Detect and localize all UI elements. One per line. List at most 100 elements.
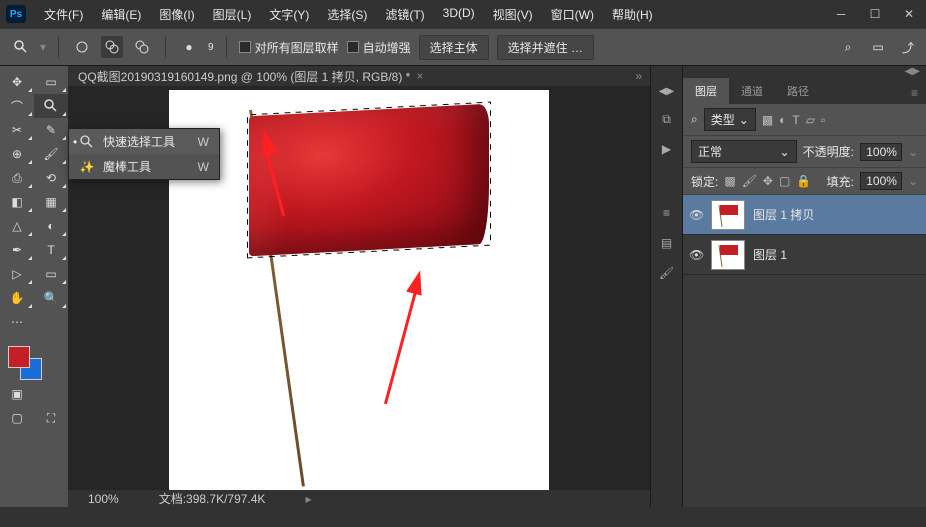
workspace-icon[interactable]: ▭ (870, 39, 886, 55)
close-button[interactable]: ✕ (892, 0, 926, 28)
select-subject-button[interactable]: 选择主体 (419, 35, 489, 60)
lock-transparency-icon[interactable]: ▩ (724, 174, 735, 188)
blend-mode-dropdown[interactable]: 正常⌄ (691, 140, 797, 163)
path-selection-tool[interactable]: ▷ (0, 262, 34, 286)
add-selection-icon[interactable] (101, 36, 123, 58)
brushes-panel-icon[interactable]: 🖌 (659, 265, 675, 281)
collapse-icon[interactable]: ◀▶ (659, 86, 674, 97)
subtract-selection-icon[interactable] (131, 36, 153, 58)
layer-name[interactable]: 图层 1 拷贝 (753, 206, 814, 223)
lasso-tool[interactable]: ⌒ (0, 94, 34, 118)
fill-input[interactable]: 100% (860, 172, 902, 190)
pen-tool[interactable]: ✒ (0, 238, 34, 262)
auto-enhance-checkbox[interactable]: 自动增强 (347, 39, 411, 56)
document-tab[interactable]: QQ截图20190319160149.png @ 100% (图层 1 拷贝, … (78, 68, 410, 85)
clone-stamp-tool[interactable]: ⎙ (0, 166, 34, 190)
foreground-color[interactable] (8, 346, 30, 368)
gradient-tool[interactable]: ▦ (34, 190, 68, 214)
menu-file[interactable]: 文件(F) (36, 2, 91, 27)
menu-layer[interactable]: 图层(L) (205, 2, 260, 27)
properties-panel-icon[interactable]: ≡ (659, 205, 675, 221)
move-tool[interactable]: ✥ (0, 70, 34, 94)
layer-name[interactable]: 图层 1 (753, 246, 787, 263)
opacity-label: 不透明度: (803, 143, 854, 160)
menu-help[interactable]: 帮助(H) (604, 2, 661, 27)
menu-type[interactable]: 文字(Y) (261, 2, 317, 27)
history-panel-icon[interactable]: ⧉ (659, 111, 675, 127)
eraser-tool[interactable]: ◧ (0, 190, 34, 214)
minimize-button[interactable]: ─ (824, 0, 858, 28)
tab-channels[interactable]: 通道 (729, 78, 775, 104)
lock-pixels-icon[interactable]: 🖌 (742, 174, 757, 188)
quick-selection-tool[interactable] (34, 94, 68, 118)
zoom-tool[interactable]: 🔍 (34, 286, 68, 310)
new-selection-icon[interactable] (71, 36, 93, 58)
share-icon[interactable]: ⤴ (900, 39, 916, 55)
document-tab-bar: QQ截图20190319160149.png @ 100% (图层 1 拷贝, … (68, 66, 650, 86)
document-info[interactable]: 文档:398.7K/797.4K (159, 490, 266, 507)
zoom-level[interactable]: 100% (88, 492, 119, 506)
lock-position-icon[interactable]: ✥ (763, 174, 773, 188)
visibility-toggle-icon[interactable]: 👁 (689, 208, 703, 222)
adjustments-panel-icon[interactable]: ▤ (659, 235, 675, 251)
fill-label: 填充: (827, 173, 854, 190)
search-icon[interactable]: ⌕ (840, 39, 856, 55)
tab-paths[interactable]: 路径 (775, 78, 821, 104)
dodge-tool[interactable]: ◐ (34, 214, 68, 238)
healing-brush-tool[interactable]: ⊕ (0, 142, 34, 166)
screen-mode[interactable]: ▢ (0, 406, 34, 430)
tab-menu-icon[interactable]: » (635, 69, 642, 83)
color-swatches[interactable] (0, 342, 68, 382)
filter-type-dropdown[interactable]: 类型⌄ (704, 108, 756, 131)
maximize-button[interactable]: ☐ (858, 0, 892, 28)
eyedropper-tool[interactable]: ✎ (34, 118, 68, 142)
brush-preset-icon[interactable]: ● (178, 36, 200, 58)
lock-label: 锁定: (691, 173, 718, 190)
lock-artboard-icon[interactable]: ▢ (779, 174, 790, 188)
flyout-magic-wand[interactable]: ✨ 魔棒工具 W (69, 154, 219, 179)
panel-menu-icon[interactable]: ≡ (903, 82, 926, 104)
tab-layers[interactable]: 图层 (683, 78, 729, 104)
canvas[interactable] (169, 90, 549, 490)
sample-all-layers-checkbox[interactable]: 对所有图层取样 (239, 39, 339, 56)
lock-all-icon[interactable]: 🔒 (796, 174, 811, 188)
filter-smart-icon[interactable]: ▫ (821, 113, 825, 127)
flyout-shortcut: W (198, 160, 209, 174)
select-and-mask-button[interactable]: 选择并遮住 … (497, 35, 594, 60)
menu-edit[interactable]: 编辑(E) (93, 2, 149, 27)
panel-collapse-icon[interactable]: ◀▶ (683, 66, 926, 78)
filter-pixel-icon[interactable]: ▩ (762, 113, 773, 127)
rectangle-tool[interactable]: ▭ (34, 262, 68, 286)
opacity-input[interactable]: 100% (860, 143, 902, 161)
visibility-toggle-icon[interactable]: 👁 (689, 248, 703, 262)
layer-thumbnail[interactable] (711, 200, 745, 230)
layer-thumbnail[interactable] (711, 240, 745, 270)
blur-tool[interactable]: △ (0, 214, 34, 238)
screen-mode-alt[interactable]: ⛶ (34, 406, 68, 430)
current-tool-icon[interactable] (10, 36, 32, 58)
flyout-quick-selection[interactable]: 快速选择工具 W (69, 129, 219, 154)
menu-window[interactable]: 窗口(W) (543, 2, 602, 27)
edit-toolbar[interactable]: ⋯ (0, 310, 34, 334)
menu-filter[interactable]: 滤镜(T) (377, 2, 432, 27)
layer-item[interactable]: 👁 图层 1 (683, 235, 926, 275)
history-brush-tool[interactable]: ⟲ (34, 166, 68, 190)
crop-tool[interactable]: ✂ (0, 118, 34, 142)
menu-3d[interactable]: 3D(D) (435, 2, 483, 27)
layer-item[interactable]: 👁 图层 1 拷贝 (683, 195, 926, 235)
search-icon[interactable]: ⌕ (691, 112, 698, 127)
menu-image[interactable]: 图像(I) (151, 2, 202, 27)
play-panel-icon[interactable]: ▶ (659, 141, 675, 157)
menu-select[interactable]: 选择(S) (319, 2, 375, 27)
artboard-tool[interactable]: ▭ (34, 70, 68, 94)
close-tab-icon[interactable]: × (416, 69, 423, 83)
divider (165, 36, 166, 58)
filter-type-icon[interactable]: T (792, 113, 799, 127)
menu-view[interactable]: 视图(V) (485, 2, 541, 27)
filter-adjustment-icon[interactable]: ◐ (779, 113, 786, 127)
filter-shape-icon[interactable]: ▱ (806, 113, 815, 127)
hand-tool[interactable]: ✋ (0, 286, 34, 310)
type-tool[interactable]: T (34, 238, 68, 262)
brush-tool[interactable]: 🖌 (34, 142, 68, 166)
quick-mask-mode[interactable]: ▣ (0, 382, 34, 406)
